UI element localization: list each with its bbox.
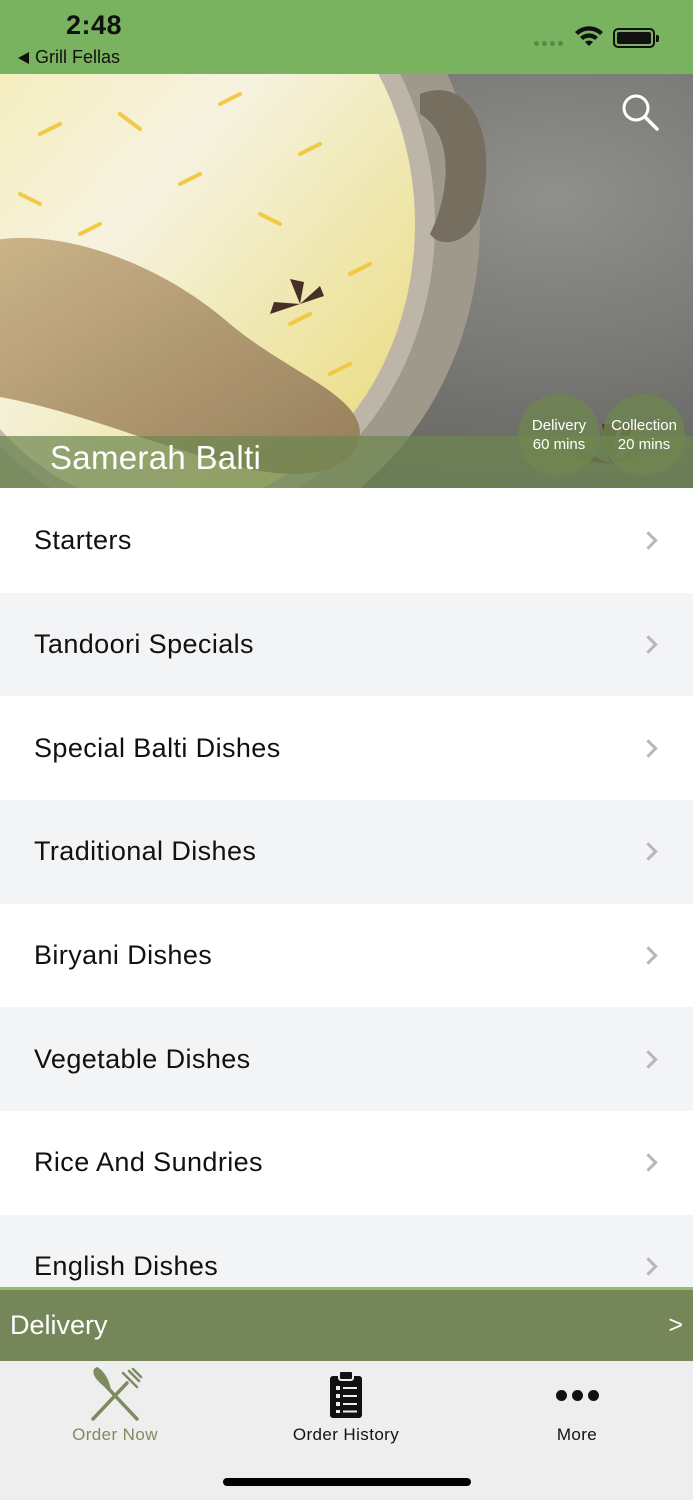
chevron-right-icon [639, 635, 658, 654]
chevron-right-icon [639, 531, 658, 551]
chevron-right-icon [639, 842, 658, 862]
restaurant-name: Samerah Balti [50, 439, 262, 476]
menu-category-list: Starters Tandoori Specials Special Balti… [0, 489, 693, 1287]
tab-order-now[interactable]: Order Now [15, 1367, 215, 1445]
menu-category-label: Special Balti Dishes [34, 732, 281, 763]
back-arrow-icon [18, 51, 29, 64]
menu-category-label: Biryani Dishes [34, 940, 213, 971]
delivery-mode-label: Delivery [10, 1310, 108, 1340]
menu-category-label: English Dishes [34, 1251, 219, 1282]
more-dots-icon [555, 1389, 599, 1401]
delivery-badge-label: Delivery [531, 417, 587, 434]
wifi-icon [575, 26, 603, 46]
menu-category-label: Rice And Sundries [34, 1147, 263, 1178]
status-time: 2:48 [66, 10, 123, 40]
menu-category-label: Starters [34, 525, 132, 556]
tab-order-history-label: Order History [292, 1425, 400, 1444]
delivery-mode-bar[interactable]: Delivery > [0, 1287, 693, 1361]
fork-knife-icon [91, 1367, 143, 1421]
cellular-signal-icon [534, 41, 563, 46]
menu-category-item[interactable]: English Dishes [0, 1214, 693, 1287]
battery-icon [613, 28, 659, 48]
menu-category-item[interactable]: Vegetable Dishes [0, 1007, 693, 1112]
delivery-badge-time: 60 mins [532, 436, 586, 453]
menu-category-item[interactable]: Rice And Sundries [0, 1111, 693, 1215]
collection-time-badge: Collection 20 mins [603, 394, 685, 476]
chevron-right-icon [639, 1050, 658, 1069]
menu-category-item[interactable]: Tandoori Specials [0, 592, 693, 697]
restaurant-hero: Samerah Balti Delivery 60 mins Collectio… [0, 74, 693, 488]
tab-order-now-label: Order Now [72, 1425, 158, 1444]
delivery-mode-arrow: > [668, 1311, 683, 1339]
tab-more[interactable]: More [477, 1367, 677, 1445]
menu-category-label: Vegetable Dishes [34, 1043, 251, 1074]
chevron-right-icon [639, 946, 658, 965]
delivery-time-badge: Delivery 60 mins [518, 394, 600, 476]
menu-category-item[interactable]: Special Balti Dishes [0, 696, 693, 801]
menu-category-label: Tandoori Specials [34, 629, 254, 660]
chevron-right-icon [639, 739, 658, 758]
menu-category-item[interactable]: Biryani Dishes [0, 903, 693, 1008]
search-icon[interactable] [620, 92, 660, 132]
back-app-label: Grill Fellas [35, 47, 121, 67]
menu-category-label: Traditional Dishes [34, 836, 257, 867]
collection-badge-time: 20 mins [617, 436, 671, 453]
chevron-right-icon [639, 1153, 658, 1173]
back-to-app-button[interactable]: Grill Fellas [18, 47, 120, 68]
menu-category-item[interactable]: Traditional Dishes [0, 800, 693, 904]
tab-order-history[interactable]: Order History [246, 1367, 446, 1445]
status-bar: 2:48 Grill Fellas [0, 0, 693, 74]
collection-badge-label: Collection [611, 417, 677, 434]
menu-category-item[interactable]: Starters [0, 489, 693, 593]
tab-more-label: More [556, 1425, 598, 1444]
home-indicator[interactable] [223, 1478, 471, 1486]
clipboard-list-icon [330, 1370, 362, 1418]
chevron-right-icon [639, 1257, 658, 1276]
